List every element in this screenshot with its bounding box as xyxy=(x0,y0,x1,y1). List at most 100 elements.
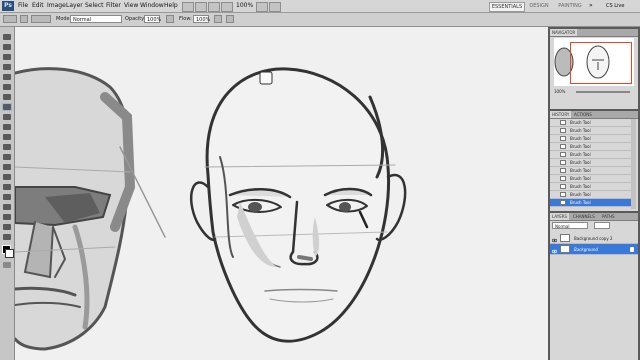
zoom-level[interactable]: 100% xyxy=(236,2,253,9)
lasso-tool[interactable] xyxy=(2,53,12,61)
quick-select-tool[interactable] xyxy=(2,63,12,71)
photoshop-logo: Ps xyxy=(2,1,14,11)
history-item[interactable]: Brush Tool xyxy=(550,135,633,143)
eraser-tool[interactable] xyxy=(2,133,12,141)
flow-label: Flow: xyxy=(179,16,192,22)
shape-tool[interactable] xyxy=(2,203,12,211)
type-tool[interactable] xyxy=(2,183,12,191)
menu-layer[interactable]: Layer xyxy=(66,2,83,9)
healing-tool[interactable] xyxy=(2,93,12,101)
history-item[interactable]: Brush Tool xyxy=(550,143,633,151)
layers-list: Background copy 2 Background xyxy=(550,233,638,293)
brush-picker-dropdown[interactable] xyxy=(31,15,51,23)
brush-icon xyxy=(560,168,566,173)
layer-thumbnail xyxy=(560,245,570,253)
clone-stamp-tool[interactable] xyxy=(2,113,12,121)
navigator-tabs: NAVIGATOR xyxy=(550,29,638,37)
options-bar: Mode: Normal Opacity: 100% Flow: 100% xyxy=(0,13,640,27)
history-item[interactable]: Brush Tool xyxy=(550,191,633,199)
zoom-tool[interactable] xyxy=(2,233,12,241)
brush-icon xyxy=(560,152,566,157)
tab-actions[interactable]: ACTIONS xyxy=(572,111,594,118)
history-brush-tool[interactable] xyxy=(2,123,12,131)
history-item[interactable]: Brush Tool xyxy=(550,151,633,159)
tab-navigator[interactable]: NAVIGATOR xyxy=(550,29,578,36)
layer-row-selected[interactable]: Background xyxy=(550,244,638,255)
brush-tool[interactable] xyxy=(2,103,12,111)
tab-paths[interactable]: PATHS xyxy=(600,213,617,220)
screen-mode-button[interactable] xyxy=(269,2,281,12)
brush-icon xyxy=(560,184,566,189)
opacity-field[interactable]: 100% xyxy=(144,15,161,23)
pressure-size-icon[interactable] xyxy=(226,15,234,23)
brush-icon xyxy=(560,200,566,205)
hand-tool-button[interactable] xyxy=(208,2,220,12)
brush-preset-icon[interactable] xyxy=(3,15,17,23)
quick-mask-button[interactable] xyxy=(2,261,12,269)
layer-opacity-field[interactable] xyxy=(594,222,610,229)
main-face-sketch xyxy=(189,67,407,343)
pen-tool[interactable] xyxy=(2,173,12,181)
menu-filter[interactable]: Filter xyxy=(106,2,121,9)
history-item[interactable]: Brush Tool xyxy=(550,119,633,127)
workspace-design[interactable]: DESIGN xyxy=(527,2,551,10)
brush-icon xyxy=(560,192,566,197)
blur-tool[interactable] xyxy=(2,153,12,161)
marquee-tool[interactable] xyxy=(2,43,12,51)
face-drawing xyxy=(15,67,407,351)
mode-select[interactable]: Normal xyxy=(70,15,122,23)
3d-rotate-tool[interactable] xyxy=(2,213,12,221)
crop-tool[interactable] xyxy=(2,73,12,81)
menu-window[interactable]: Window xyxy=(140,2,164,9)
history-item[interactable]: Brush Tool xyxy=(550,183,633,191)
hand-tool[interactable] xyxy=(2,223,12,231)
history-item[interactable]: Brush Tool xyxy=(550,127,633,135)
menu-help[interactable]: Help xyxy=(164,2,178,9)
tab-layers[interactable]: LAYERS xyxy=(550,213,570,220)
tab-history[interactable]: HISTORY xyxy=(550,111,572,118)
workspace-essentials[interactable]: ESSENTIALS xyxy=(489,2,525,12)
eyedropper-tool[interactable] xyxy=(2,83,12,91)
blend-mode-select[interactable]: Normal xyxy=(552,222,588,229)
path-select-tool[interactable] xyxy=(2,193,12,201)
pressure-opacity-icon[interactable] xyxy=(166,15,174,23)
history-item[interactable]: Brush Tool xyxy=(550,167,633,175)
navigator-view-frame[interactable] xyxy=(570,42,632,84)
menu-edit[interactable]: Edit xyxy=(32,2,44,9)
move-tool[interactable] xyxy=(2,33,12,41)
background-color-swatch[interactable] xyxy=(5,249,14,258)
more-workspaces-button[interactable]: » xyxy=(589,2,593,9)
navigator-zoom-value[interactable]: 100% xyxy=(554,89,565,94)
menu-file[interactable]: File xyxy=(18,2,28,9)
opacity-label: Opacity: xyxy=(125,16,146,22)
eye-icon[interactable] xyxy=(551,247,558,254)
tab-channels[interactable]: CHANNELS xyxy=(571,213,597,220)
navigator-zoom-slider[interactable] xyxy=(576,91,630,93)
workspace-painting[interactable]: PAINTING xyxy=(555,2,585,10)
eye-icon[interactable] xyxy=(551,236,558,243)
history-item[interactable]: Brush Tool xyxy=(550,175,633,183)
cs-live-button[interactable]: CS Live xyxy=(606,3,624,9)
menu-view[interactable]: View xyxy=(124,2,138,9)
brush-icon xyxy=(560,176,566,181)
dodge-tool[interactable] xyxy=(2,163,12,171)
menu-image[interactable]: Image xyxy=(47,2,66,9)
airbrush-icon[interactable] xyxy=(214,15,222,23)
brush-icon xyxy=(560,160,566,165)
history-item[interactable]: Brush Tool xyxy=(550,159,633,167)
bridge-button[interactable] xyxy=(182,2,194,12)
layer-row[interactable]: Background copy 2 xyxy=(550,233,638,244)
navigator-preview[interactable] xyxy=(554,38,634,86)
history-tabs: HISTORY ACTIONS xyxy=(550,111,638,119)
brush-icon xyxy=(560,136,566,141)
gradient-tool[interactable] xyxy=(2,143,12,151)
arrange-documents-button[interactable] xyxy=(256,2,268,12)
brush-size-icon[interactable] xyxy=(20,15,28,23)
zoom-tool-button[interactable] xyxy=(221,2,233,12)
document-canvas[interactable] xyxy=(15,27,548,360)
history-item-current[interactable]: Brush Tool xyxy=(550,199,633,207)
menu-select[interactable]: Select xyxy=(85,2,104,9)
mini-bridge-button[interactable] xyxy=(195,2,207,12)
history-scrollbar[interactable] xyxy=(631,119,636,209)
flow-field[interactable]: 100% xyxy=(193,15,210,23)
